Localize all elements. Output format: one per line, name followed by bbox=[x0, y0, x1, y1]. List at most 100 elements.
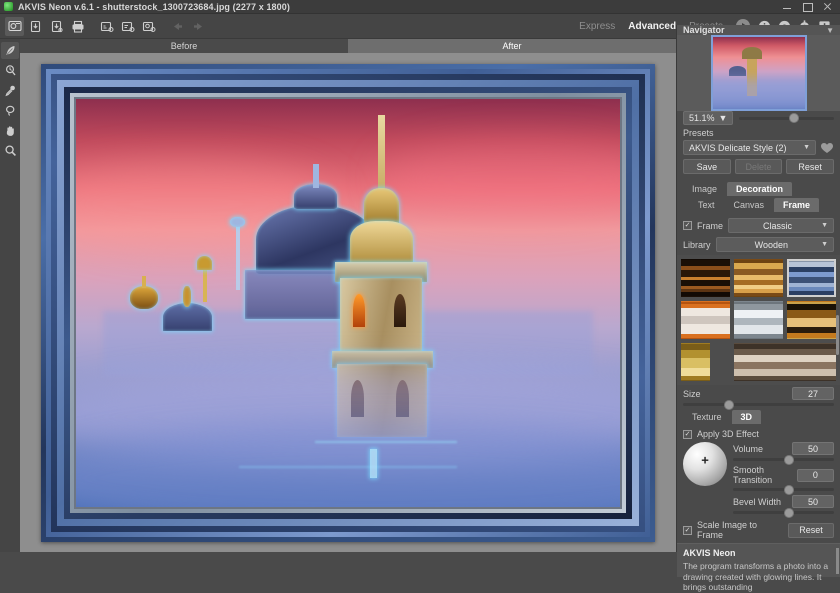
preset-buttons: Save Delete Reset bbox=[683, 159, 835, 174]
tab-before[interactable]: Before bbox=[20, 39, 348, 53]
chevron-down-icon[interactable]: ▼ bbox=[821, 241, 828, 248]
heart-icon[interactable] bbox=[820, 142, 834, 154]
frame-thumb-blue-wood[interactable] bbox=[787, 259, 836, 297]
window-title: AKVIS Neon v.6.1 - shutterstock_13007236… bbox=[18, 1, 290, 12]
chevron-down-icon[interactable]: ▼ bbox=[719, 113, 728, 123]
zoom-slider-knob[interactable] bbox=[788, 113, 799, 123]
smooth-transition-slider[interactable] bbox=[733, 484, 834, 495]
hand-icon[interactable] bbox=[1, 122, 19, 139]
chevron-down-icon[interactable]: ▼ bbox=[803, 144, 810, 151]
tab-image[interactable]: Image bbox=[683, 182, 726, 196]
bevel-width-slider-knob[interactable] bbox=[783, 507, 794, 518]
save-as-icon[interactable] bbox=[47, 17, 66, 36]
frame-thumb-rustic[interactable] bbox=[734, 343, 836, 381]
bevel-width-label: Bevel Width bbox=[733, 496, 782, 507]
tab-canvas[interactable]: Canvas bbox=[725, 198, 774, 212]
save-icon[interactable] bbox=[26, 17, 45, 36]
bevel-width-slider[interactable] bbox=[733, 507, 834, 518]
frame-size-section: Size 27 bbox=[677, 385, 840, 410]
akvis-app-icon bbox=[4, 2, 13, 11]
chevron-down-icon[interactable]: ▼ bbox=[821, 222, 828, 229]
eyedropper-icon[interactable] bbox=[1, 82, 19, 99]
tab-text[interactable]: Text bbox=[689, 198, 724, 212]
zoom-slider[interactable] bbox=[739, 113, 834, 123]
smooth-transition-slider-knob[interactable] bbox=[783, 484, 794, 495]
size-value-field[interactable]: 27 bbox=[792, 387, 834, 400]
tab-texture[interactable]: Texture bbox=[683, 410, 731, 424]
apply-3d-checkbox[interactable] bbox=[683, 429, 692, 439]
close-icon[interactable] bbox=[822, 1, 833, 12]
magnifier-icon[interactable] bbox=[1, 142, 19, 159]
light-direction-sphere[interactable] bbox=[683, 442, 727, 486]
window-controls bbox=[782, 1, 836, 12]
framed-artwork bbox=[41, 63, 655, 542]
redo-arrow-icon[interactable] bbox=[189, 17, 208, 36]
frame-thumb-white-orange[interactable] bbox=[681, 301, 730, 339]
frame-enable-label: Frame bbox=[697, 220, 724, 231]
presets-section: Presets AKVIS Delicate Style (2) ▼ Save … bbox=[677, 125, 840, 177]
tab-decoration[interactable]: Decoration bbox=[727, 182, 793, 196]
smooth-transition-value-field[interactable]: 0 bbox=[796, 468, 834, 482]
chevron-down-icon[interactable]: ▼ bbox=[826, 26, 834, 35]
delete-preset-button[interactable]: Delete bbox=[734, 159, 783, 174]
history-brush-icon[interactable] bbox=[1, 62, 19, 79]
hint-panel: AKVIS Neon The program transforms a phot… bbox=[677, 543, 840, 592]
size-slider[interactable] bbox=[683, 399, 834, 410]
lasso-icon[interactable] bbox=[1, 102, 19, 119]
batch-icon[interactable] bbox=[139, 17, 158, 36]
reset-3d-button[interactable]: Reset bbox=[788, 522, 834, 538]
texture-3d-tabs: Texture 3D bbox=[677, 409, 840, 427]
frame-thumb-gold-black[interactable] bbox=[787, 301, 836, 339]
frame-thumb-dark-walnut[interactable] bbox=[681, 259, 730, 297]
thumbnail-scrollbar[interactable] bbox=[836, 315, 839, 355]
title-bar: AKVIS Neon v.6.1 - shutterstock_13007236… bbox=[0, 0, 840, 14]
mode-tab-advanced[interactable]: Advanced bbox=[628, 21, 676, 32]
hint-title: AKVIS Neon bbox=[683, 548, 736, 558]
tab-after[interactable]: After bbox=[348, 39, 676, 53]
save-preset-button[interactable]: Save bbox=[683, 159, 731, 174]
navigator-preview[interactable] bbox=[677, 35, 840, 111]
size-label: Size bbox=[683, 388, 701, 399]
library-value: Wooden bbox=[754, 239, 788, 250]
volume-value-field[interactable]: 50 bbox=[792, 442, 834, 455]
volume-slider[interactable] bbox=[733, 454, 834, 465]
undo-arrow-icon[interactable] bbox=[168, 17, 187, 36]
frame-style-dropdown[interactable]: Classic ▼ bbox=[728, 218, 834, 233]
library-label: Library bbox=[683, 239, 711, 250]
image-viewport[interactable] bbox=[20, 53, 676, 552]
print-icon[interactable] bbox=[68, 17, 87, 36]
maximize-icon[interactable] bbox=[802, 1, 813, 12]
size-slider-knob[interactable] bbox=[723, 399, 734, 410]
reset-preset-button[interactable]: Reset bbox=[786, 159, 835, 174]
before-icon[interactable] bbox=[97, 17, 116, 36]
scale-image-checkbox[interactable] bbox=[683, 525, 692, 535]
after-icon[interactable] bbox=[118, 17, 137, 36]
canvas-area: Before After bbox=[20, 39, 676, 552]
frame-thumb-golden-oak[interactable] bbox=[734, 259, 783, 297]
frame-thumb-brass[interactable] bbox=[681, 343, 711, 381]
left-tool-rail bbox=[0, 39, 20, 552]
tab-frame[interactable]: Frame bbox=[774, 198, 820, 212]
frame-enable-checkbox[interactable] bbox=[683, 221, 692, 230]
frame-thumb-grey-birch[interactable] bbox=[734, 301, 783, 339]
volume-slider-knob[interactable] bbox=[783, 454, 794, 465]
mode-tab-express[interactable]: Express bbox=[579, 21, 615, 32]
right-panel: Navigator ▼ 51.1% ▼ Presets AKVIS Delica… bbox=[676, 25, 840, 592]
frame-style-value: Classic bbox=[763, 220, 793, 231]
preset-dropdown[interactable]: AKVIS Delicate Style (2) ▼ bbox=[683, 140, 816, 155]
bevel-width-value-field[interactable]: 50 bbox=[792, 495, 834, 508]
open-icon[interactable] bbox=[5, 16, 24, 36]
minimize-icon[interactable] bbox=[782, 1, 793, 12]
feather-icon[interactable] bbox=[1, 42, 19, 59]
volume-label: Volume bbox=[733, 443, 764, 454]
zoom-level-dropdown[interactable]: 51.1% ▼ bbox=[683, 111, 734, 125]
tab-3d[interactable]: 3D bbox=[731, 410, 762, 424]
library-dropdown[interactable]: Wooden ▼ bbox=[715, 237, 834, 252]
artwork-image bbox=[76, 98, 620, 507]
navigator-thumbnail[interactable] bbox=[710, 35, 807, 111]
scale-image-label: Scale Image to Frame bbox=[697, 520, 758, 540]
frame-controls: Frame Classic ▼ Library Wooden ▼ bbox=[677, 215, 840, 255]
effect-3d-section: Apply 3D Effect Volume 50 Smooth Transit… bbox=[677, 427, 840, 543]
zoom-level-value: 51.1% bbox=[689, 113, 715, 123]
before-after-tabs: Before After bbox=[20, 39, 676, 53]
